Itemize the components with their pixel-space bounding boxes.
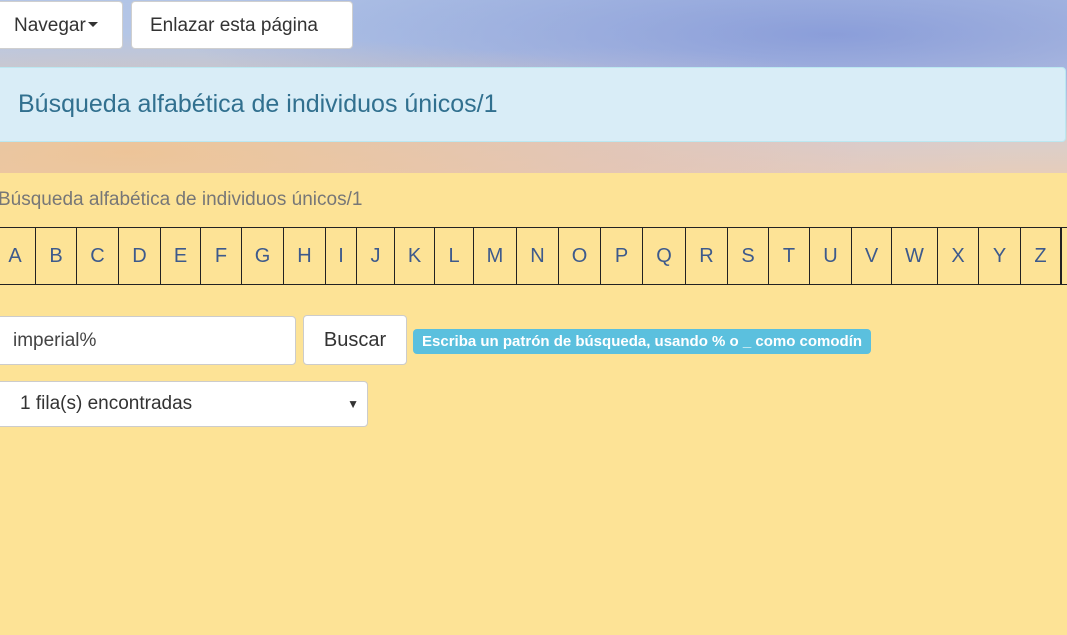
letter-link-h[interactable]: H (284, 228, 326, 284)
page-subtitle: Búsqueda alfabética de individuos únicos… (0, 189, 363, 210)
letter-link-s[interactable]: S (728, 228, 769, 284)
letter-link-w[interactable]: W (892, 228, 938, 284)
letter-link-b[interactable]: B (36, 228, 77, 284)
letter-link-v[interactable]: V (852, 228, 892, 284)
letter-link-y[interactable]: Y (979, 228, 1021, 284)
letter-link-k[interactable]: K (395, 228, 435, 284)
link-page-label: Enlazar esta página (150, 15, 318, 36)
results-select-value: 1 fila(s) encontradas (20, 393, 193, 414)
caret-down-icon (87, 22, 98, 28)
letter-link-j[interactable]: J (357, 228, 395, 284)
letter-link-x[interactable]: X (938, 228, 979, 284)
letter-link-c[interactable]: C (77, 228, 119, 284)
alphabet-bar: ABCDEFGHIJKLMNOPQRSTUVWXYZ (0, 227, 1067, 285)
search-button[interactable]: Buscar (303, 315, 407, 365)
letter-link-m[interactable]: M (474, 228, 517, 284)
letter-link-g[interactable]: G (242, 228, 284, 284)
title-panel: Búsqueda alfabética de individuos únicos… (0, 67, 1066, 142)
letter-link-t[interactable]: T (769, 228, 810, 284)
letter-link-r[interactable]: R (686, 228, 728, 284)
chevron-down-icon: ▼ (347, 397, 359, 411)
letter-link-u[interactable]: U (810, 228, 852, 284)
letter-link-n[interactable]: N (517, 228, 559, 284)
letter-link-d[interactable]: D (119, 228, 161, 284)
link-page-button[interactable]: Enlazar esta página (131, 1, 353, 49)
letter-link-z[interactable]: Z (1021, 228, 1061, 284)
results-select[interactable]: 1 fila(s) encontradas ▼ (0, 381, 368, 427)
search-hint-badge: Escriba un patrón de búsqueda, usando % … (413, 329, 872, 354)
letter-link-a[interactable]: A (0, 228, 36, 284)
letter-link-o[interactable]: O (559, 228, 601, 284)
alphabet-bar-edge (1061, 228, 1067, 284)
page-title: Búsqueda alfabética de individuos únicos… (18, 90, 498, 118)
letter-link-l[interactable]: L (435, 228, 474, 284)
letter-link-i[interactable]: I (326, 228, 357, 284)
browse-dropdown-button[interactable]: Navegar (0, 1, 123, 49)
browse-label: Navegar (14, 15, 86, 36)
letter-link-e[interactable]: E (161, 228, 201, 284)
letter-link-p[interactable]: P (601, 228, 643, 284)
letter-link-q[interactable]: Q (643, 228, 686, 284)
search-input[interactable] (0, 316, 296, 365)
letter-link-f[interactable]: F (201, 228, 242, 284)
